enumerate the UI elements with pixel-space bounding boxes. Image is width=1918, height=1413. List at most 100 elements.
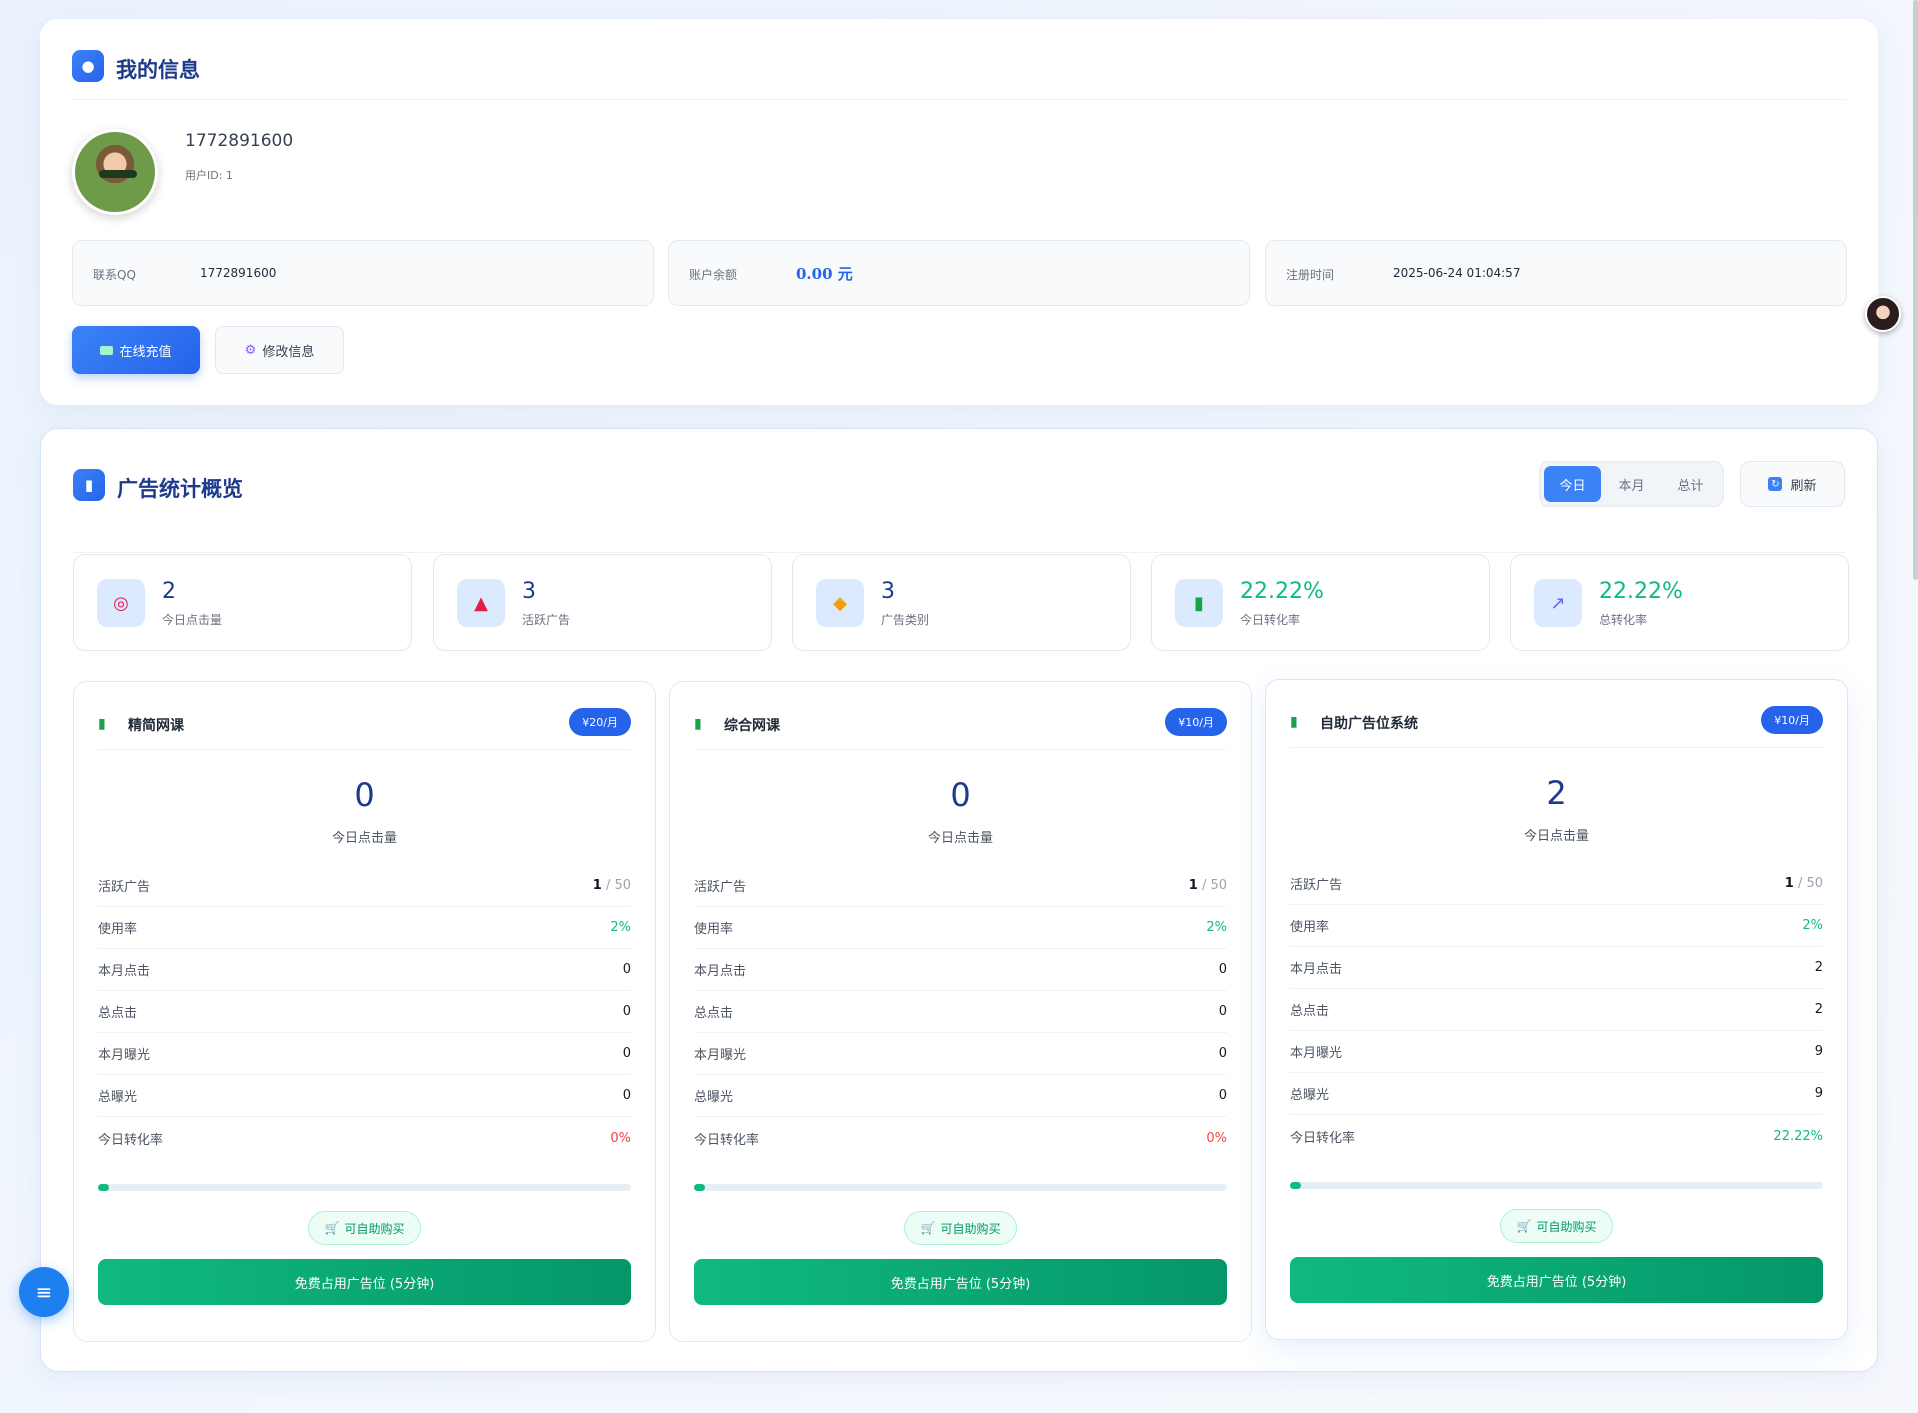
row-label: 使用率 (694, 922, 734, 937)
card-icon (100, 345, 114, 355)
usage-progress-fill (1290, 1182, 1301, 1189)
profile-section-title: 我的信息 (116, 58, 200, 82)
edit-info-button[interactable]: ⚙ 修改信息 (215, 326, 344, 374)
row-label: 本月点击 (98, 964, 151, 979)
tab-today[interactable]: 今日 (1544, 466, 1601, 502)
bar-chart-icon: ▮ (98, 716, 106, 732)
today-clicks-label: 今日点击量 (1523, 829, 1589, 844)
refresh-label: 刷新 (1790, 478, 1817, 494)
ad-card-header: ▮ 综合网课 ¥10/月 (694, 702, 1227, 750)
stat-value: 2 (162, 579, 176, 604)
occupy-ad-slot-button[interactable]: 免费占用广告位 (5分钟) (1290, 1257, 1823, 1303)
row-label: 总点击 (1290, 1004, 1330, 1019)
floating-menu-button[interactable]: ≡ (19, 1267, 69, 1317)
row-month-clicks: 本月点击 2 (1290, 947, 1823, 989)
usage-progress-bar (98, 1184, 631, 1191)
ad-title: 精简网课 (128, 718, 184, 734)
stat-label: 今日转化率 (1240, 613, 1301, 627)
active-current: 1 (1784, 876, 1794, 891)
occupy-ad-slot-button[interactable]: 免费占用广告位 (5分钟) (98, 1259, 631, 1305)
stat-value: 3 (881, 579, 895, 604)
bar-chart-icon: ▮ (694, 716, 702, 732)
ad-card: ▮ 精简网课 ¥20/月 0 今日点击量 活跃广告 1 / 50 使用率 2% 本月… (73, 681, 656, 1342)
row-value: 2 (1814, 960, 1823, 975)
active-total: / 50 (601, 878, 631, 893)
row-value: 0 (622, 1046, 631, 1061)
stat-label: 广告类别 (881, 613, 930, 627)
row-total-views: 总曝光 0 (98, 1075, 631, 1117)
row-value: 0% (610, 1130, 631, 1146)
stat-label: 今日点击量 (162, 613, 223, 627)
row-value: 2% (1802, 918, 1823, 933)
balance-value: 0.00 元 (796, 265, 853, 283)
row-label: 本月曝光 (98, 1048, 151, 1063)
row-value: 1 / 50 (1785, 876, 1823, 891)
active-current: 1 (592, 878, 602, 893)
row-value: 9 (1814, 1044, 1823, 1059)
stat-tile-today-clicks: ◎ 2 今日点击量 (73, 554, 412, 651)
refresh-button[interactable]: ↻ 刷新 (1740, 461, 1845, 507)
stat-label: 总转化率 (1599, 613, 1648, 627)
row-value: 22.22% (1773, 1128, 1823, 1144)
row-label: 活跃广告 (98, 880, 151, 895)
info-value: 2025-06-24 01:04:57 (1393, 266, 1521, 280)
user-icon: ● (72, 50, 104, 82)
occupy-ad-slot-button[interactable]: 免费占用广告位 (5分钟) (694, 1259, 1227, 1305)
usage-progress-bar (694, 1184, 1227, 1191)
row-usage: 使用率 2% (98, 907, 631, 949)
recharge-label: 在线充值 (119, 344, 172, 360)
row-value: 1 / 50 (1189, 878, 1227, 893)
stats-card: ▮ 广告统计概览 今日 本月 总计 ↻ 刷新 ◎ 2 今日点击量 ▲ 3 活跃广… (40, 428, 1878, 1372)
row-value: 0 (1218, 1004, 1227, 1019)
usage-progress-fill (98, 1184, 109, 1191)
profile-card: ● 我的信息 1772891600 用户ID: 1 联系QQ 177289160… (40, 19, 1878, 405)
gear-icon: ⚙ (244, 342, 257, 358)
ad-card: ▮ 综合网课 ¥10/月 0 今日点击量 活跃广告 1 / 50 使用率 2% 本月… (669, 681, 1252, 1342)
edit-label: 修改信息 (262, 344, 315, 360)
row-label: 本月点击 (694, 964, 747, 979)
ad-stats-list: 活跃广告 1 / 50 使用率 2% 本月点击 2 总点击 2 本月曝光 9 总曝光 9 今… (1290, 863, 1823, 1157)
cart-icon: 🛒 (324, 1221, 340, 1235)
floating-avatar[interactable] (1865, 296, 1901, 332)
row-month-clicks: 本月点击 0 (694, 949, 1227, 991)
row-conversion: 今日转化率 22.22% (1290, 1115, 1823, 1157)
row-label: 总点击 (98, 1006, 138, 1021)
row-label: 总曝光 (98, 1090, 138, 1105)
ad-title: 综合网课 (724, 718, 780, 734)
self-purchase-badge: 🛒 可自助购买 (307, 1211, 422, 1245)
bar-chart-icon: ▮ (1290, 714, 1298, 730)
row-month-views: 本月曝光 0 (98, 1033, 631, 1075)
row-value: 2% (610, 920, 631, 935)
ad-stats-list: 活跃广告 1 / 50 使用率 2% 本月点击 0 总点击 0 本月曝光 0 总曝光 0 今… (98, 865, 631, 1159)
self-purchase-badge: 🛒 可自助购买 (1499, 1209, 1614, 1243)
row-value: 0 (622, 1004, 631, 1019)
period-tabs: 今日 本月 总计 (1539, 461, 1724, 507)
tab-total[interactable]: 总计 (1662, 466, 1719, 502)
row-label: 活跃广告 (694, 880, 747, 895)
buy-label: 可自助购买 (940, 1221, 1001, 1236)
scrollbar[interactable] (1913, 0, 1918, 580)
avatar (72, 129, 158, 215)
row-value: 0 (1218, 1046, 1227, 1061)
tab-month[interactable]: 本月 (1603, 466, 1660, 502)
info-register-time: 注册时间 2025-06-24 01:04:57 (1265, 240, 1847, 306)
row-label: 使用率 (98, 922, 138, 937)
row-active-ads: 活跃广告 1 / 50 (98, 865, 631, 907)
stat-label: 活跃广告 (522, 613, 571, 627)
row-label: 本月曝光 (694, 1048, 747, 1063)
refresh-icon: ↻ (1768, 477, 1783, 491)
row-label: 今日转化率 (1290, 1130, 1356, 1146)
row-value: 2 (1814, 1002, 1823, 1017)
active-total: / 50 (1197, 878, 1227, 893)
menu-icon: ≡ (35, 1280, 53, 1304)
row-month-views: 本月曝光 9 (1290, 1031, 1823, 1073)
row-label: 活跃广告 (1290, 878, 1343, 893)
profile-header: ● 我的信息 (72, 50, 1846, 100)
username: 1772891600 (185, 131, 294, 151)
buy-label: 可自助购买 (1536, 1219, 1597, 1234)
tag-icon: ◆ (816, 579, 864, 627)
recharge-button[interactable]: 在线充值 (72, 326, 200, 374)
row-value: 0 (622, 962, 631, 977)
active-current: 1 (1188, 878, 1198, 893)
stats-section-title: 广告统计概览 (117, 477, 243, 501)
